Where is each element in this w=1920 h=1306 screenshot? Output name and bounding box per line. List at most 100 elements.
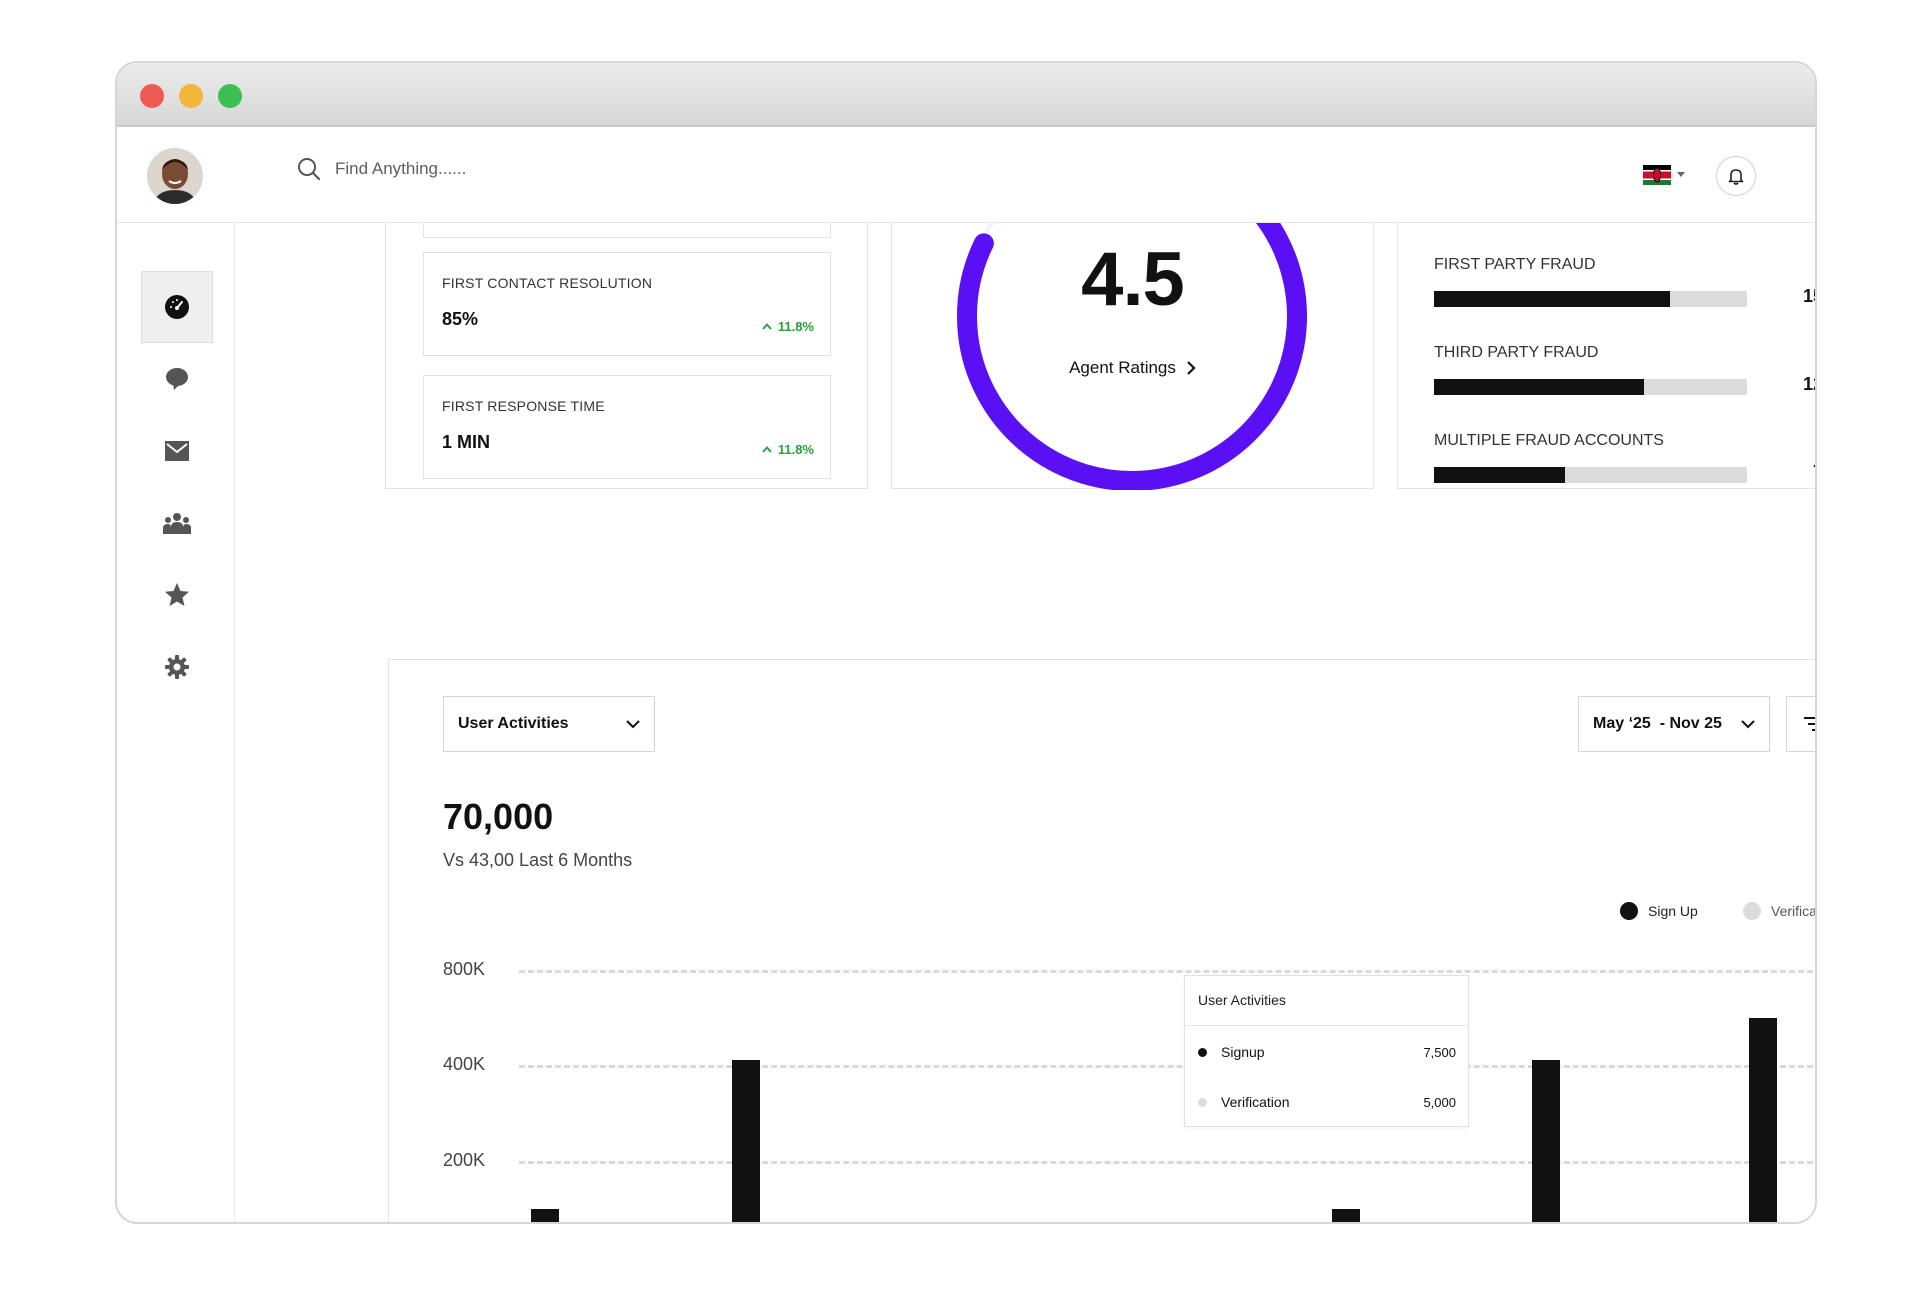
legend-verification: Verification bbox=[1743, 902, 1815, 920]
rating-value: 4.5 bbox=[1081, 237, 1185, 322]
metric-value: 85% bbox=[442, 309, 479, 329]
activities-dropdown[interactable]: User Activities bbox=[443, 696, 655, 752]
activities-dropdown-label: User Activities bbox=[458, 715, 569, 732]
fraud-value: 1500 bbox=[1802, 286, 1815, 306]
bar-signup[interactable] bbox=[531, 1209, 559, 1222]
fraud-value: 750 bbox=[1813, 462, 1815, 483]
user-activities-card: User Activities May ‘25 - Nov 25 70,000 … bbox=[388, 659, 1815, 1222]
legend-dot bbox=[1620, 902, 1638, 920]
activities-comparison: Vs 43,00 Last 6 Months bbox=[443, 850, 633, 870]
sidebar bbox=[117, 223, 235, 1222]
y-tick-label: 200K bbox=[443, 1150, 486, 1170]
chat-bubble-icon bbox=[166, 368, 188, 390]
star-icon bbox=[165, 583, 189, 606]
metric-label: FIRST RESPONSE TIME bbox=[442, 398, 605, 414]
filter-button[interactable] bbox=[1786, 696, 1815, 752]
y-tick-label: 400K bbox=[443, 1054, 486, 1074]
sidebar-item-favorites[interactable] bbox=[141, 559, 213, 631]
top-header: Find Anything...... bbox=[117, 129, 1815, 223]
main-content: FIRST CONTACT RESOLUTION 85% 11.8% FIRST… bbox=[235, 223, 1815, 1222]
sidebar-item-users[interactable] bbox=[141, 487, 213, 559]
legend-label: Verification bbox=[1771, 903, 1815, 919]
tooltip-title: User Activities bbox=[1198, 992, 1286, 1008]
metric-value: 1 MIN bbox=[442, 432, 491, 452]
chevron-down-icon bbox=[626, 719, 640, 728]
maximize-window-button[interactable] bbox=[218, 84, 242, 108]
kenya-flag-icon bbox=[1643, 165, 1671, 185]
fraud-value: 1200 bbox=[1802, 374, 1815, 394]
sidebar-item-chat[interactable] bbox=[141, 343, 213, 415]
fraud-label: THIRD PARTY FRAUD bbox=[1434, 344, 1599, 361]
fraud-label: MULTIPLE FRAUD ACCOUNTS bbox=[1434, 432, 1664, 449]
metric-change-value: 11.8% bbox=[777, 319, 814, 334]
legend-signup: Sign Up bbox=[1620, 902, 1698, 920]
legend-label: Sign Up bbox=[1648, 903, 1698, 919]
metric-change: 11.8% bbox=[762, 442, 814, 457]
metrics-card: FIRST CONTACT RESOLUTION 85% 11.8% FIRST… bbox=[385, 223, 868, 489]
metric-card-response-time: FIRST RESPONSE TIME 1 MIN 11.8% bbox=[423, 375, 831, 479]
metric-change: 11.8% bbox=[762, 319, 814, 334]
fraud-bar bbox=[1434, 467, 1747, 483]
bar-signup[interactable] bbox=[732, 1060, 760, 1222]
activities-total: 70,000 bbox=[443, 796, 554, 837]
bell-icon bbox=[1728, 169, 1744, 185]
bar-signup[interactable] bbox=[1749, 1017, 1777, 1222]
date-range-dropdown[interactable]: May ‘25 - Nov 25 bbox=[1578, 696, 1770, 752]
app-window: Find Anything...... FIRST CONTACT RESOLU… bbox=[115, 61, 1817, 1224]
arrow-up-icon bbox=[762, 323, 772, 330]
fraud-bar-fill bbox=[1434, 467, 1566, 483]
fraud-bar bbox=[1434, 379, 1747, 395]
avatar[interactable] bbox=[147, 148, 203, 204]
notifications-button[interactable] bbox=[1716, 156, 1756, 196]
bar-signup[interactable] bbox=[1532, 1060, 1560, 1222]
metric-card-partial bbox=[423, 223, 831, 238]
agent-ratings-label: Agent Ratings bbox=[1069, 358, 1176, 377]
envelope-icon bbox=[165, 441, 189, 461]
tooltip-label: Signup bbox=[1221, 1044, 1265, 1060]
gear-icon bbox=[165, 655, 189, 679]
close-window-button[interactable] bbox=[140, 84, 164, 108]
tooltip-value: 5,000 bbox=[1423, 1094, 1456, 1110]
legend-dot bbox=[1743, 902, 1761, 920]
date-range-label: May ‘25 - Nov 25 bbox=[1593, 715, 1722, 732]
fraud-bar-fill bbox=[1434, 379, 1644, 395]
chart-tooltip: User Activities Signup 7,500 Verificatio… bbox=[1184, 975, 1469, 1127]
filter-icon bbox=[1804, 717, 1815, 731]
chevron-right-icon bbox=[1187, 361, 1196, 375]
fraud-label: FIRST PARTY FRAUD bbox=[1434, 256, 1596, 273]
tooltip-dot bbox=[1198, 1097, 1207, 1107]
bar-signup[interactable] bbox=[1332, 1209, 1360, 1222]
title-bar bbox=[117, 63, 1815, 127]
fraud-bar-fill bbox=[1434, 291, 1671, 307]
search-bar[interactable]: Find Anything...... bbox=[297, 157, 466, 181]
tooltip-label: Verification bbox=[1221, 1094, 1290, 1110]
fraud-card: FIRST PARTY FRAUD 1500 THIRD PARTY FRAUD… bbox=[1397, 223, 1815, 489]
gridline bbox=[519, 970, 1815, 973]
caret-down-icon bbox=[1677, 172, 1685, 177]
gridline bbox=[519, 1161, 1815, 1164]
minimize-window-button[interactable] bbox=[179, 84, 203, 108]
arrow-up-icon bbox=[762, 446, 772, 453]
users-group-icon bbox=[163, 513, 191, 534]
metric-change-value: 11.8% bbox=[777, 442, 814, 457]
sidebar-item-settings[interactable] bbox=[141, 631, 213, 703]
chevron-down-icon bbox=[1741, 719, 1755, 728]
gauge-icon bbox=[165, 295, 189, 319]
tooltip-dot bbox=[1198, 1047, 1207, 1057]
tooltip-row-verification: Verification 5,000 bbox=[1198, 1094, 1456, 1110]
agent-ratings-link[interactable]: Agent Ratings bbox=[892, 358, 1373, 378]
sidebar-item-dashboard[interactable] bbox=[141, 271, 213, 343]
fraud-bar bbox=[1434, 291, 1747, 307]
metric-card-contact-resolution: FIRST CONTACT RESOLUTION 85% 11.8% bbox=[423, 252, 831, 356]
metric-label: FIRST CONTACT RESOLUTION bbox=[442, 275, 653, 291]
search-icon bbox=[298, 158, 321, 181]
gridline bbox=[519, 1065, 1815, 1068]
search-input[interactable]: Find Anything...... bbox=[335, 159, 466, 179]
rating-card: 4.5 Agent Ratings bbox=[891, 223, 1374, 490]
tooltip-row-signup: Signup 7,500 bbox=[1198, 1044, 1456, 1060]
sidebar-item-mail[interactable] bbox=[141, 415, 213, 487]
y-tick-label: 800K bbox=[443, 959, 486, 979]
tooltip-divider bbox=[1185, 1025, 1468, 1026]
tooltip-value: 7,500 bbox=[1423, 1044, 1456, 1060]
language-selector[interactable] bbox=[1643, 165, 1685, 185]
